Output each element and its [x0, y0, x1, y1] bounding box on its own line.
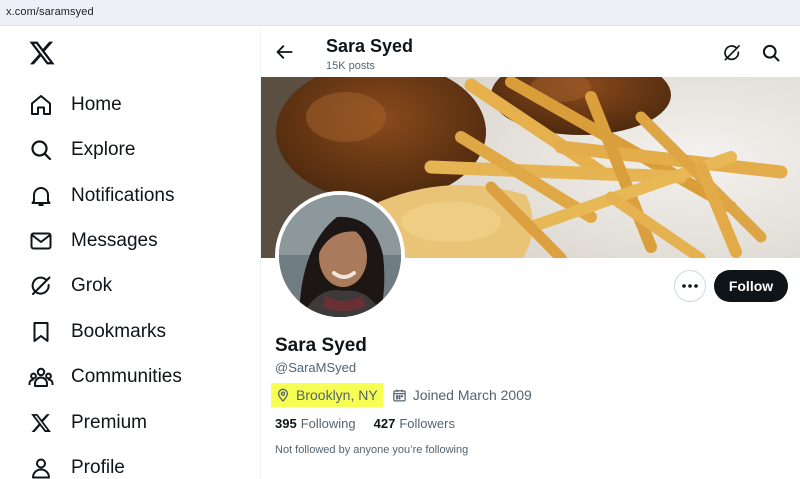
location-highlight: Brooklyn, NY — [271, 383, 383, 407]
grok-icon — [28, 273, 54, 299]
grok-icon — [724, 45, 740, 61]
sidebar-item-messages[interactable]: Messages — [28, 224, 158, 258]
following-label: Following — [300, 416, 356, 431]
sidebar-item-label: Explore — [71, 139, 136, 160]
follow-button[interactable]: Follow — [714, 270, 788, 302]
location-pin-icon — [277, 388, 289, 402]
following-link[interactable]: 395 Following — [275, 416, 356, 431]
sidebar-item-bookmarks[interactable]: Bookmarks — [28, 315, 166, 349]
sidebar-item-label: Communities — [71, 366, 182, 387]
profile-icon — [28, 455, 54, 479]
search-icon — [28, 137, 54, 163]
more-options-button[interactable] — [674, 270, 706, 302]
home-icon — [28, 92, 54, 118]
search-button[interactable] — [760, 42, 782, 64]
sidebar-item-label: Messages — [71, 230, 158, 251]
header-name: Sara Syed — [326, 36, 414, 56]
arrow-left-icon — [276, 45, 293, 59]
sidebar-item-home[interactable]: Home — [28, 88, 122, 122]
followers-link[interactable]: 427 Followers — [374, 416, 455, 431]
sidebar-item-label: Home — [71, 94, 122, 115]
sidebar-item-label: Bookmarks — [71, 321, 167, 342]
sidebar-item-label: Notifications — [71, 185, 175, 206]
follow-counts: 395 Following 427 Followers — [275, 416, 455, 431]
sidebar-item-notifications[interactable]: Notifications — [28, 179, 175, 213]
sidebar-nav: Home Explore Notifications Messages Grok… — [0, 27, 260, 479]
profile-header-bar: Sara Syed 15K posts — [261, 27, 800, 77]
avatar[interactable] — [275, 191, 405, 321]
back-button[interactable] — [273, 40, 297, 64]
sidebar-item-communities[interactable]: Communities — [28, 360, 182, 394]
sidebar-item-profile[interactable]: Profile — [28, 451, 125, 479]
sidebar-item-label: Grok — [71, 275, 113, 296]
bell-icon — [28, 183, 54, 209]
url-text[interactable]: x.com/saramsyed — [6, 6, 94, 18]
search-icon — [762, 44, 780, 62]
profile-meta: Brooklyn, NY Joined March 2009 — [271, 383, 532, 407]
sidebar-item-label: Profile — [71, 457, 125, 478]
profile-handle: @SaraMSyed — [275, 360, 357, 375]
sidebar-item-grok[interactable]: Grok — [28, 269, 112, 303]
grok-button[interactable] — [721, 42, 743, 64]
communities-icon — [28, 364, 54, 390]
sidebar-item-label: Premium — [71, 412, 148, 433]
calendar-icon — [392, 389, 406, 401]
joined-text: Joined March 2009 — [412, 387, 532, 403]
bookmark-icon — [28, 319, 54, 345]
avatar-photo — [279, 195, 401, 317]
profile-location: Brooklyn, NY — [296, 387, 378, 403]
profile-column: Sara Syed 15K posts Follow Sara Syed @Sa… — [261, 27, 800, 479]
x-icon — [28, 410, 54, 436]
mail-icon — [28, 228, 54, 254]
followed-by-note: Not followed by anyone you’re following — [275, 444, 469, 456]
x-logo-icon[interactable] — [28, 39, 56, 67]
followers-count: 427 — [373, 416, 396, 431]
sidebar-item-explore[interactable]: Explore — [28, 133, 135, 167]
profile-name: Sara Syed — [275, 335, 367, 356]
joined-date: Joined March 2009 — [392, 387, 532, 403]
following-count: 395 — [275, 416, 297, 431]
sidebar-item-premium[interactable]: Premium — [28, 406, 147, 440]
more-dots-icon — [682, 284, 698, 288]
followers-label: Followers — [399, 416, 455, 431]
browser-address-bar[interactable]: x.com/saramsyed — [0, 0, 800, 26]
header-post-count: 15K posts — [326, 60, 375, 72]
